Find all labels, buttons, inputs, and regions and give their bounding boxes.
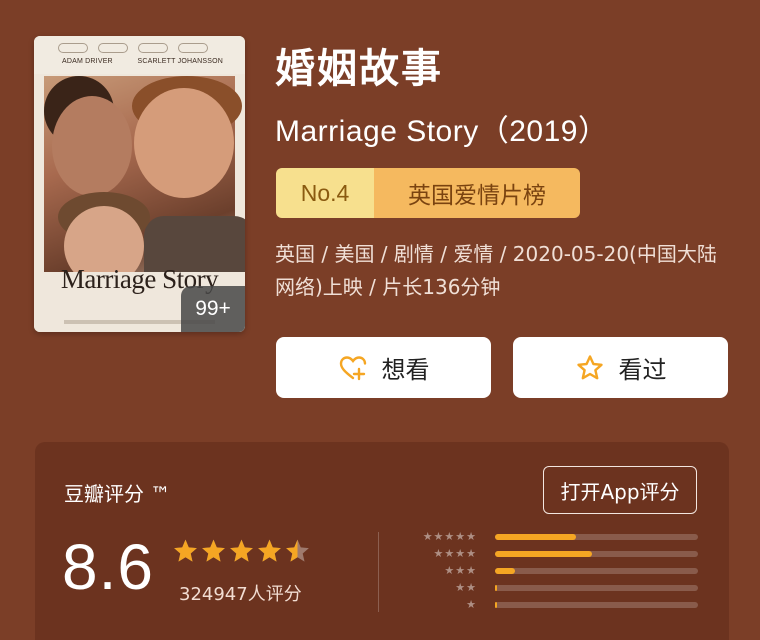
rating-count: 324947人评分 bbox=[179, 584, 302, 605]
movie-title-en: Marriage Story（2019） bbox=[275, 115, 609, 148]
distribution-track bbox=[495, 533, 698, 540]
distribution-fill bbox=[495, 567, 516, 574]
open-app-rate-button[interactable]: 打开App评分 bbox=[543, 466, 697, 514]
distribution-row: ★★★★ bbox=[405, 545, 705, 562]
movie-poster[interactable]: ADAM DRIVER SCARLETT JOHANSSON Marriage … bbox=[34, 36, 245, 332]
rating-distribution: ★★★★★ ★★★★ ★★★ ★★ ★ bbox=[405, 528, 705, 613]
poster-header: ADAM DRIVER SCARLETT JOHANSSON bbox=[34, 36, 245, 74]
distribution-fill bbox=[495, 601, 497, 608]
rating-stars bbox=[172, 538, 311, 564]
want-to-watch-button[interactable]: 想看 bbox=[276, 337, 491, 398]
star-outline-icon bbox=[575, 353, 605, 383]
divider bbox=[378, 532, 379, 612]
rating-star-icon bbox=[174, 539, 197, 562]
laurel-icon bbox=[138, 43, 168, 53]
distribution-fill bbox=[495, 550, 593, 557]
distribution-stars-icon: ★★★ bbox=[444, 564, 477, 577]
laurel-icon bbox=[98, 43, 128, 53]
distribution-track bbox=[495, 601, 698, 608]
rating-score: 8.6 bbox=[62, 531, 154, 603]
heart-plus-icon bbox=[338, 353, 368, 383]
distribution-track bbox=[495, 584, 698, 591]
distribution-fill bbox=[495, 533, 577, 540]
poster-artwork bbox=[44, 76, 245, 326]
distribution-stars-icon: ★★ bbox=[455, 581, 477, 594]
movie-title-cn: 婚姻故事 bbox=[275, 46, 443, 92]
distribution-stars-icon: ★ bbox=[466, 598, 477, 611]
rating-star-icon bbox=[286, 539, 309, 562]
photo-count-badge[interactable]: 99+ bbox=[181, 286, 245, 332]
douban-rating-title: 豆瓣评分 ™ bbox=[64, 482, 171, 506]
award-laurels bbox=[58, 43, 208, 53]
rating-star-icon bbox=[202, 539, 225, 562]
watched-button[interactable]: 看过 bbox=[513, 337, 728, 398]
movie-meta: 英国 / 美国 / 剧情 / 爱情 / 2020-05-20(中国大陆网络)上映… bbox=[275, 242, 717, 299]
distribution-row: ★★ bbox=[405, 579, 705, 596]
distribution-stars-icon: ★★★★★ bbox=[422, 530, 477, 543]
rating-star-icon bbox=[258, 539, 281, 562]
distribution-row: ★★★★★ bbox=[405, 528, 705, 545]
rank-number: No.4 bbox=[276, 168, 374, 218]
ranking-badge[interactable]: No.4 英国爱情片榜 bbox=[276, 168, 580, 218]
seen-label: 看过 bbox=[618, 356, 667, 384]
distribution-fill bbox=[495, 584, 498, 591]
distribution-track bbox=[495, 550, 698, 557]
want-label: 想看 bbox=[381, 356, 430, 384]
laurel-icon bbox=[178, 43, 208, 53]
distribution-track bbox=[495, 567, 698, 574]
rating-star-icon bbox=[230, 539, 253, 562]
distribution-row: ★★★ bbox=[405, 562, 705, 579]
distribution-stars-icon: ★★★★ bbox=[433, 547, 477, 560]
rank-list-name: 英国爱情片榜 bbox=[374, 168, 580, 218]
rating-card: 豆瓣评分 ™ 打开App评分 8.6 324947人评分 ★★★★★ ★★★★ ★★… bbox=[35, 442, 729, 640]
distribution-row: ★ bbox=[405, 596, 705, 613]
poster-actor-right: SCARLETT JOHANSSON bbox=[137, 58, 223, 65]
laurel-icon bbox=[58, 43, 88, 53]
poster-actor-left: ADAM DRIVER bbox=[62, 58, 113, 65]
